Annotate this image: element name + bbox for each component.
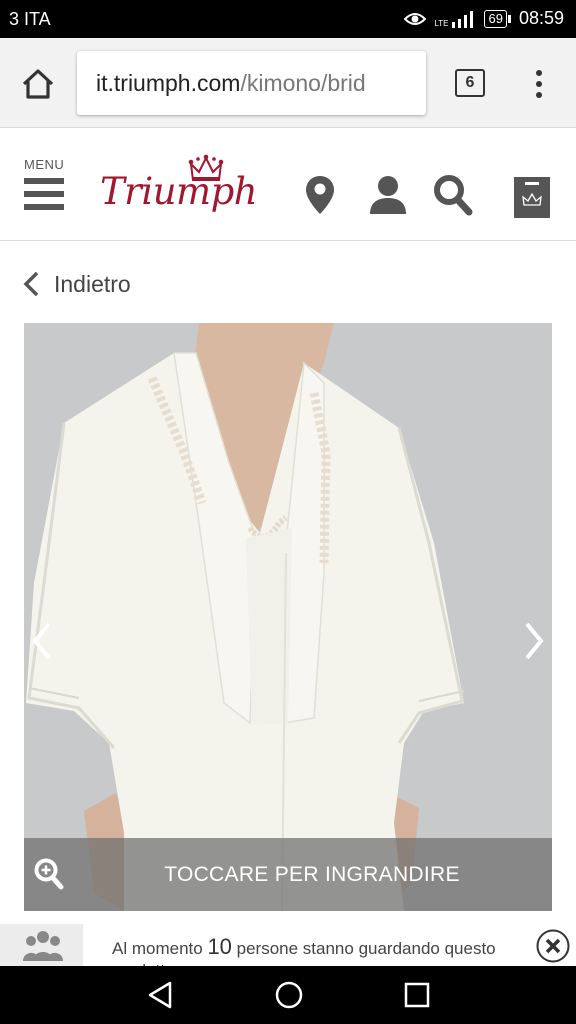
clock: 08:59 xyxy=(518,8,564,28)
logo-wordmark: Triumph xyxy=(100,170,258,213)
product-image-carousel[interactable]: TOCCARE PER INGRANDIRE xyxy=(24,323,552,911)
eye-comfort-icon xyxy=(404,12,427,25)
browser-toolbar: it.triumph.com/kimono/brid 6 xyxy=(0,38,576,128)
next-image-arrow[interactable] xyxy=(522,621,546,661)
account-icon[interactable] xyxy=(368,174,408,216)
close-icon[interactable] xyxy=(536,929,570,963)
location-pin-icon[interactable] xyxy=(305,174,335,216)
menu-label: MENU xyxy=(24,157,65,172)
menu-button[interactable]: MENU xyxy=(24,157,68,217)
battery-icon: 69 xyxy=(484,9,511,28)
hamburger-icon xyxy=(24,178,68,210)
battery-level: 69 xyxy=(484,9,507,28)
signal-icon: LTE xyxy=(434,10,476,28)
back-triangle-icon[interactable] xyxy=(146,980,174,1010)
address-bar[interactable]: it.triumph.com/kimono/brid xyxy=(77,51,426,115)
status-icons: LTE 69 08:59 xyxy=(404,8,564,29)
browser-menu-button[interactable] xyxy=(531,66,547,102)
shopping-bag-icon[interactable] xyxy=(513,173,551,219)
triumph-logo[interactable]: Triumph xyxy=(100,154,258,234)
tab-switcher-button[interactable]: 6 xyxy=(455,69,485,97)
viewers-notice: Al momento 10 persone stanno guardando q… xyxy=(0,924,576,966)
viewers-message: Al momento 10 persone stanno guardando q… xyxy=(112,934,496,967)
site-header: MENU Triumph xyxy=(0,129,576,241)
system-navigation-bar xyxy=(0,966,576,1024)
tap-to-zoom-bar[interactable]: TOCCARE PER INGRANDIRE xyxy=(24,838,552,911)
url-host: it.triumph.com xyxy=(96,70,241,96)
product-photo xyxy=(26,323,465,911)
network-type: LTE xyxy=(434,18,449,28)
previous-image-arrow[interactable] xyxy=(30,621,54,661)
zoom-label: TOCCARE PER INGRANDIRE xyxy=(164,863,460,886)
home-icon xyxy=(22,69,54,99)
recent-apps-icon[interactable] xyxy=(403,980,431,1010)
home-circle-icon[interactable] xyxy=(274,980,304,1010)
url-path: /kimono/brid xyxy=(240,70,366,96)
back-label: Indietro xyxy=(54,270,131,297)
people-group-icon xyxy=(23,931,63,961)
home-button[interactable] xyxy=(20,66,56,102)
carrier-name: 3 ITA xyxy=(9,9,51,29)
status-bar: 3 ITA LTE 69 08:59 xyxy=(0,0,576,38)
notice-icon-box xyxy=(0,924,83,966)
back-link[interactable]: Indietro xyxy=(22,268,131,300)
chevron-left-icon xyxy=(23,271,39,297)
viewers-count: 10 xyxy=(207,934,232,959)
search-icon[interactable] xyxy=(433,174,473,216)
